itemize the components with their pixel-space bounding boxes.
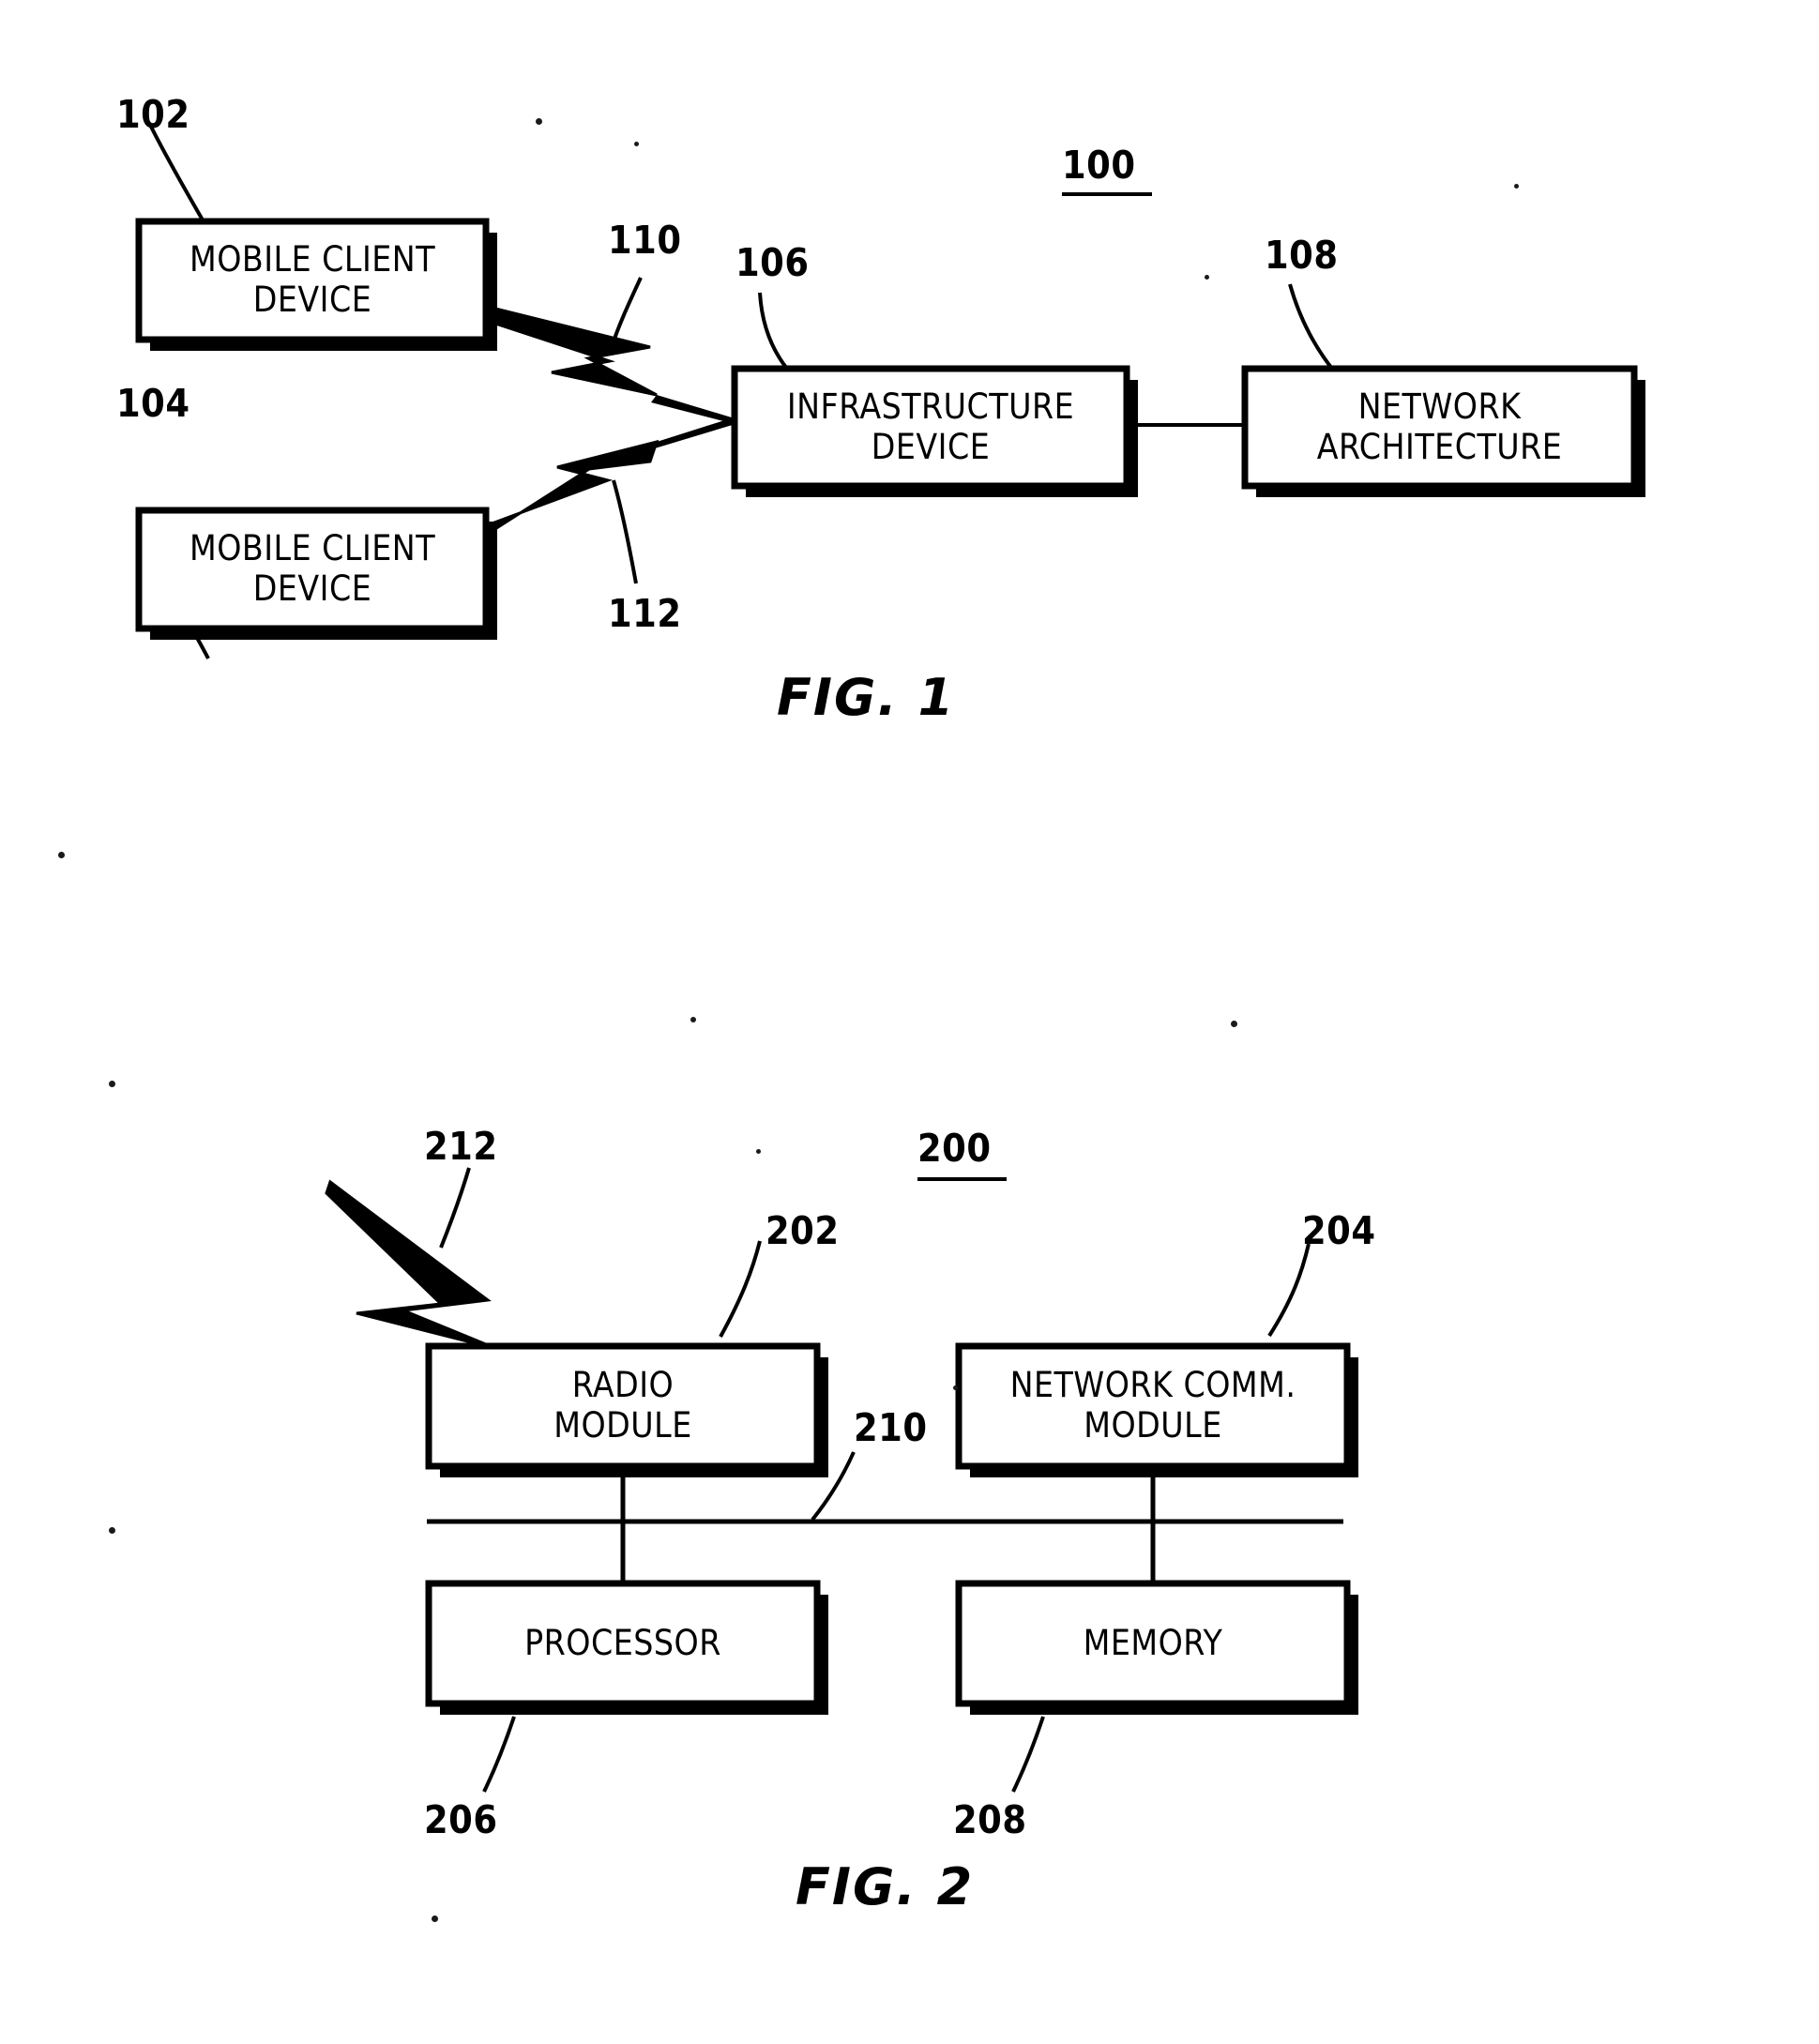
leader-line-202 [719,1240,762,1338]
scan-speck [1231,1021,1237,1027]
numeral-112: 112 [608,591,682,636]
mobile-client-device-1-box [135,218,490,343]
scan-speck [58,852,65,858]
memory-box [955,1580,1351,1707]
leader-line-206 [482,1716,516,1793]
leader-line-208 [1011,1716,1045,1793]
leader-line-212 [439,1167,471,1249]
patent-drawing-sheet: MOBILE CLIENT DEVICE MOBILE CLIENT DEVIC… [0,0,1819,2044]
lightning-bolt-tail-112 [655,417,735,448]
leader-line-204 [1267,1243,1311,1338]
numeral-100: 100 [1062,143,1136,188]
leader-line-108 [1288,283,1334,371]
scan-speck [1514,184,1519,189]
numeral-104: 104 [116,381,190,426]
numeral-204: 204 [1302,1208,1376,1253]
network-comm-module-box [955,1342,1351,1470]
numeral-210: 210 [854,1405,928,1450]
numeral-200: 200 [917,1126,992,1171]
scan-speck [536,118,542,125]
scan-speck [109,1527,115,1534]
scan-speck [634,142,639,146]
network-architecture-box [1241,365,1638,490]
scan-speck [953,1385,958,1390]
figure-1-caption: FIG. 1 [777,668,956,727]
leader-line-112 [612,479,638,584]
numeral-106: 106 [735,240,810,285]
lightning-bolt-tail-110 [651,395,735,424]
radio-module-box [425,1342,821,1470]
lightning-bolt-icon-212 [325,1179,498,1351]
figure-2-caption: FIG. 2 [796,1857,975,1916]
scan-speck [432,1915,438,1922]
scan-speck [109,1081,115,1087]
lightning-bolt-icon-110 [485,305,658,397]
scan-speck [1205,275,1209,280]
infrastructure-device-box [731,365,1130,490]
numeral-108: 108 [1265,233,1339,278]
numeral-212: 212 [424,1124,498,1169]
leader-line-102 [148,124,206,225]
numeral-102: 102 [116,92,190,137]
processor-box [425,1580,821,1707]
scan-speck [690,1017,696,1022]
lightning-bolt-icon-112 [484,439,659,535]
numeral-206: 206 [424,1797,498,1842]
leader-line-106 [758,292,795,377]
numeral-208: 208 [953,1797,1027,1842]
scan-speck [756,1149,761,1154]
leader-line-110 [610,277,643,348]
numeral-202: 202 [765,1208,840,1253]
mobile-client-device-2-box [135,507,490,632]
numeral-110: 110 [608,218,682,263]
drawing-vector-layer [135,124,1645,1793]
